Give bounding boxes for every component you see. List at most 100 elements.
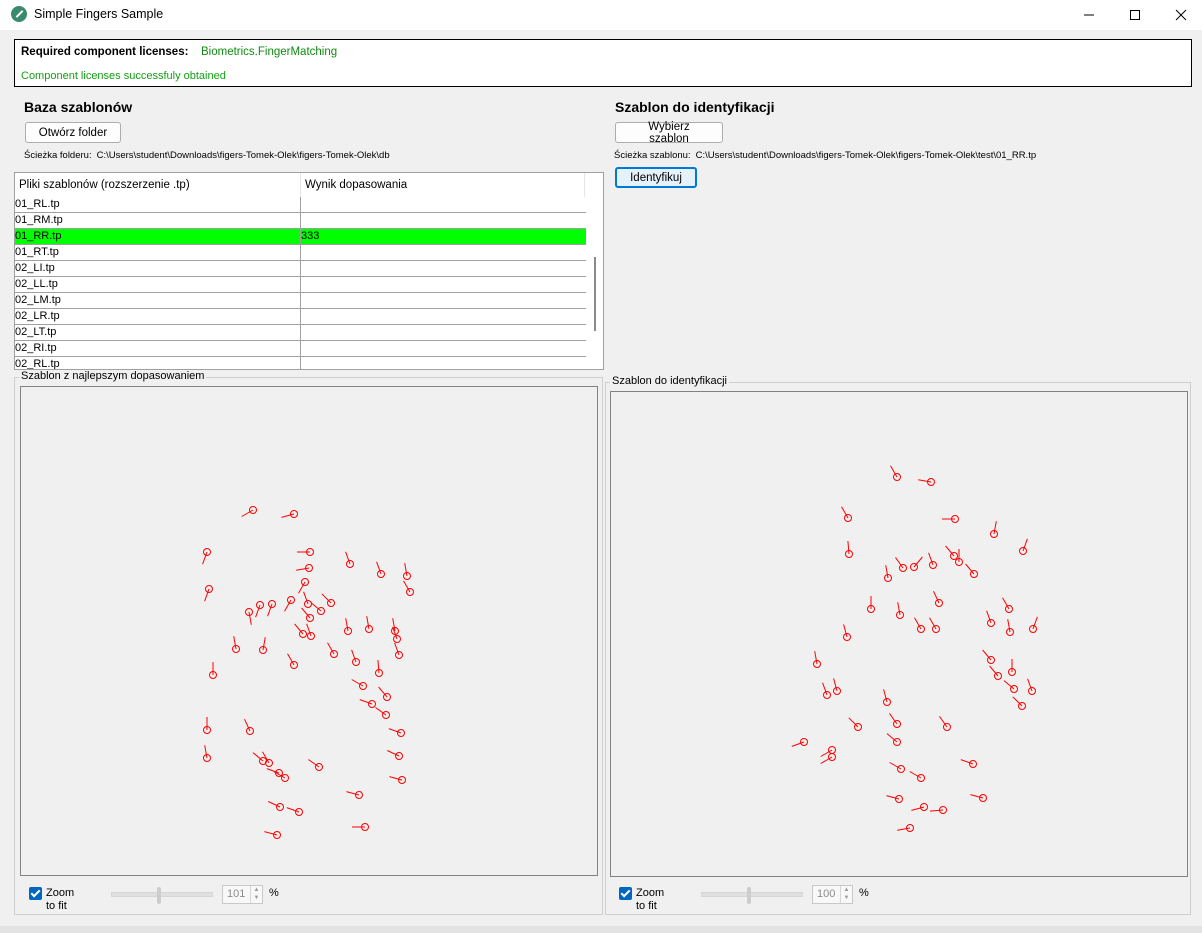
identify-template-group-title: Szablon do identyfikacji: [610, 375, 729, 387]
left-zoom-to-fit-label[interactable]: Zoom to fit: [46, 887, 74, 913]
cell-file[interactable]: 02_LI.tp: [15, 261, 301, 276]
left-zoom-to-fit-checkbox[interactable]: [29, 887, 42, 900]
cell-file[interactable]: 02_LM.tp: [15, 293, 301, 308]
minutia-marker: [910, 556, 923, 571]
minutia-marker: [889, 762, 905, 773]
minutia-marker: [403, 563, 411, 580]
minutia-marker: [986, 610, 995, 627]
cell-file[interactable]: 02_RI.tp: [15, 341, 301, 356]
right-zoom-spin-arrows[interactable]: ▲ ▼: [840, 886, 852, 903]
templates-table[interactable]: Pliki szablonów (rozszerzenie .tp) Wynik…: [14, 172, 604, 370]
minutia-marker: [918, 478, 935, 486]
minutia-marker: [990, 521, 998, 538]
maximize-icon: [1130, 10, 1140, 20]
minutia-marker: [259, 637, 267, 654]
minutia-marker: [895, 557, 907, 572]
minutia-marker: [791, 738, 808, 747]
best-match-canvas[interactable]: [20, 386, 598, 876]
table-row[interactable]: 02_LI.tp: [15, 261, 586, 277]
table-row[interactable]: 02_LR.tp: [15, 309, 586, 325]
ident-section-title: Szablon do identyfikacji: [615, 99, 775, 115]
right-zoom-slider-thumb[interactable]: [747, 887, 751, 904]
minutia-marker: [273, 771, 289, 782]
minutia-marker: [955, 549, 963, 566]
minutia-marker: [267, 801, 284, 811]
minutia-marker: [352, 823, 369, 831]
minutia-marker: [284, 596, 295, 612]
minutia-marker: [886, 733, 901, 746]
close-button[interactable]: [1158, 0, 1202, 30]
license-panel: Required component licenses: Biometrics.…: [14, 39, 1192, 87]
minutia-marker: [909, 771, 925, 782]
cell-file[interactable]: 01_RL.tp: [15, 197, 301, 212]
best-match-minutiae: [202, 506, 414, 839]
right-zoom-slider[interactable]: [701, 887, 803, 904]
cell-file[interactable]: 02_LL.tp: [15, 277, 301, 292]
minutia-marker: [378, 686, 391, 701]
window-title: Simple Fingers Sample: [34, 7, 164, 21]
left-zoom-value: 101: [227, 888, 246, 900]
minutia-marker: [287, 653, 298, 669]
left-zoom-spin-arrows[interactable]: ▲ ▼: [250, 886, 262, 903]
table-row[interactable]: 01_RR.tp 333: [15, 229, 586, 245]
cell-file[interactable]: 01_RM.tp: [15, 213, 301, 228]
minutia-marker: [345, 551, 354, 568]
minutia-marker: [841, 506, 852, 522]
minutia-marker: [255, 601, 264, 618]
minutia-marker: [848, 717, 862, 731]
column-header-score[interactable]: Wynik dopasowania: [301, 173, 585, 197]
table-scrollbar[interactable]: [587, 197, 603, 369]
minutia-marker: [914, 617, 925, 633]
minutia-marker: [375, 659, 383, 677]
minutia-marker: [389, 776, 406, 784]
minutia-marker: [939, 716, 951, 731]
right-zoom-to-fit-label[interactable]: Zoom to fit: [636, 887, 664, 913]
table-row[interactable]: 01_RM.tp: [15, 213, 586, 229]
table-row[interactable]: 02_LM.tp: [15, 293, 586, 309]
table-row[interactable]: 02_LL.tp: [15, 277, 586, 293]
minutia-marker: [264, 831, 281, 839]
left-zoom-slider-thumb[interactable]: [157, 887, 161, 904]
cell-file[interactable]: 02_LT.tp: [15, 325, 301, 340]
column-header-files[interactable]: Pliki szablonów (rozszerzenie .tp): [15, 173, 301, 197]
minimize-button[interactable]: [1066, 0, 1112, 30]
minutia-marker: [203, 745, 211, 762]
identify-template-canvas[interactable]: [610, 391, 1188, 877]
title-bar[interactable]: Simple Fingers Sample: [0, 0, 1202, 30]
table-row[interactable]: 02_RI.tp: [15, 341, 586, 357]
identify-button[interactable]: Identyfikuj: [615, 167, 697, 188]
minutia-marker: [297, 548, 314, 556]
cell-score[interactable]: 333: [301, 229, 319, 244]
open-folder-button[interactable]: Otwórz folder: [25, 122, 121, 143]
maximize-button[interactable]: [1112, 0, 1158, 30]
cell-file[interactable]: 01_RR.tp: [15, 229, 301, 244]
minutia-marker: [303, 591, 312, 608]
minutia-marker: [306, 623, 315, 640]
right-zoom-spinbox[interactable]: 100 ▲ ▼: [812, 885, 853, 904]
cell-file[interactable]: 02_LR.tp: [15, 309, 301, 324]
minutia-marker: [933, 590, 943, 607]
table-row[interactable]: 02_RL.tp: [15, 357, 586, 369]
left-zoom-slider[interactable]: [111, 887, 213, 904]
cell-file[interactable]: 01_RT.tp: [15, 245, 301, 260]
minutia-marker: [351, 679, 367, 690]
select-template-button[interactable]: Wybierz szablon: [615, 121, 723, 145]
minutia-marker: [884, 565, 892, 582]
scrollbar-thumb[interactable]: [594, 257, 596, 331]
right-zoom-value: 100: [817, 888, 836, 900]
minutia-marker: [1019, 538, 1028, 555]
table-row[interactable]: 01_RL.tp: [15, 197, 586, 213]
cell-file[interactable]: 02_RL.tp: [15, 357, 301, 369]
minutia-marker: [346, 791, 363, 799]
table-row[interactable]: 01_RT.tp: [15, 245, 586, 261]
template-path-value: C:\Users\student\Downloads\figers-Tomek-…: [695, 150, 1037, 161]
minutia-marker: [267, 600, 276, 617]
minutia-marker: [822, 682, 831, 699]
template-path-label: Ścieżka szablonu:: [614, 150, 691, 161]
left-zoom-spinbox[interactable]: 101 ▲ ▼: [222, 885, 263, 904]
table-row[interactable]: 02_LT.tp: [15, 325, 586, 341]
minutia-marker: [244, 718, 254, 735]
right-zoom-to-fit-checkbox[interactable]: [619, 887, 632, 900]
minutia-marker: [897, 824, 914, 832]
folder-path-label: Ścieżka folderu:: [24, 150, 92, 161]
